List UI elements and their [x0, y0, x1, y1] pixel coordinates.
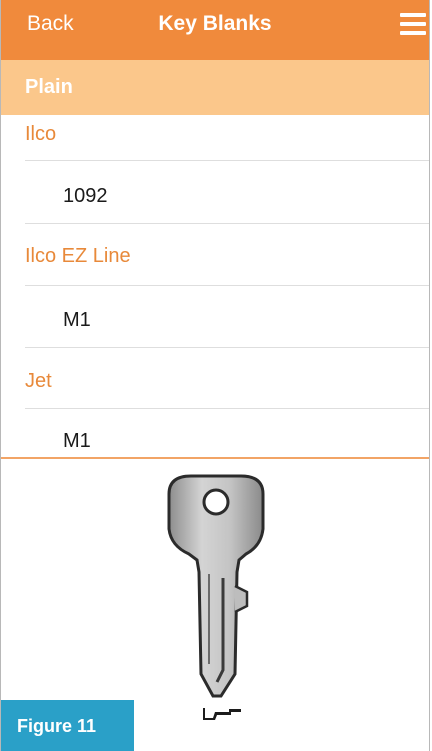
divider [25, 160, 429, 161]
app-screen: Back Key Blanks Plain Ilco 1092 Ilco EZ … [0, 0, 430, 751]
divider [25, 223, 429, 224]
group-label-jet: Jet [25, 370, 52, 392]
divider [25, 347, 429, 348]
group-label-ilco: Ilco [25, 123, 57, 145]
back-button[interactable]: Back [27, 12, 74, 36]
list-item-value[interactable]: M1 [63, 309, 91, 332]
divider [25, 408, 429, 409]
hamburger-menu-icon[interactable] [400, 11, 426, 37]
list-item-value[interactable]: 1092 [63, 185, 108, 208]
divider [25, 285, 429, 286]
section-header: Plain [1, 60, 429, 115]
section-title: Plain [25, 76, 73, 98]
key-profile-icon [203, 708, 241, 720]
group-label-ilco-ez-line: Ilco EZ Line [25, 245, 131, 267]
list-item-value[interactable]: M1 [63, 430, 91, 453]
navigation-bar: Back Key Blanks [1, 0, 429, 60]
figure-label: Figure 11 [1, 700, 134, 751]
list-bottom-border [1, 457, 429, 459]
key-blank-icon [167, 474, 265, 698]
